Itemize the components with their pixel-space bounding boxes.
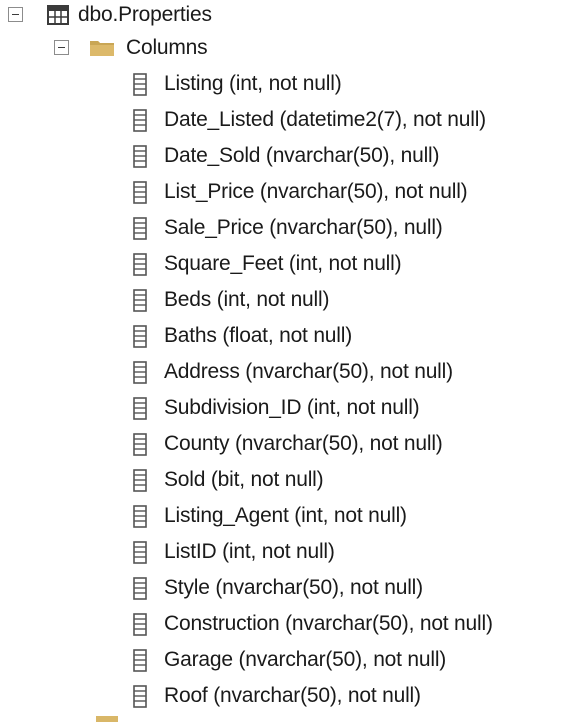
column-node[interactable]: Baths (float, not null)	[0, 318, 570, 354]
column-node[interactable]: Address (nvarchar(50), not null)	[0, 354, 570, 390]
column-node[interactable]: Date_Listed (datetime2(7), not null)	[0, 102, 570, 138]
column-node[interactable]: Sale_Price (nvarchar(50), null)	[0, 210, 570, 246]
column-icon	[133, 73, 147, 96]
column-icon	[133, 145, 147, 168]
column-node-label: Listing_Agent (int, not null)	[164, 504, 407, 527]
column-node-label: Garage (nvarchar(50), not null)	[164, 648, 447, 671]
tree-node-columns-folder[interactable]: Columns	[0, 30, 260, 66]
columns-folder-label: Columns	[126, 36, 208, 59]
column-icon	[133, 469, 147, 492]
column-node-label: Sold (bit, not null)	[164, 468, 324, 491]
next-folder-icon-partial	[96, 716, 118, 722]
collapse-toggle-table[interactable]	[8, 7, 23, 22]
column-icon	[133, 109, 147, 132]
column-node-label: Construction (nvarchar(50), not null)	[164, 612, 493, 635]
column-icon	[133, 325, 147, 348]
column-node-label: ListID (int, not null)	[164, 540, 335, 563]
column-node[interactable]: County (nvarchar(50), not null)	[0, 426, 570, 462]
column-icon	[133, 397, 147, 420]
tree-node-table[interactable]: dbo.Properties	[0, 0, 260, 33]
folder-icon	[90, 41, 114, 56]
column-icon	[133, 505, 147, 528]
column-icon	[133, 577, 147, 600]
column-icon	[133, 541, 147, 564]
column-icon	[133, 433, 147, 456]
column-icon	[133, 253, 147, 276]
column-node[interactable]: Roof (nvarchar(50), not null)	[0, 678, 570, 714]
column-node[interactable]: Square_Feet (int, not null)	[0, 246, 570, 282]
column-node[interactable]: Construction (nvarchar(50), not null)	[0, 606, 570, 642]
column-node[interactable]: Subdivision_ID (int, not null)	[0, 390, 570, 426]
column-node[interactable]: Listing_Agent (int, not null)	[0, 498, 570, 534]
column-node[interactable]: List_Price (nvarchar(50), not null)	[0, 174, 570, 210]
column-node-label: List_Price (nvarchar(50), not null)	[164, 180, 468, 203]
column-icon	[133, 217, 147, 240]
column-icon	[133, 181, 147, 204]
column-icon	[133, 361, 147, 384]
collapse-toggle-columns[interactable]	[54, 40, 69, 55]
column-node-label: Sale_Price (nvarchar(50), null)	[164, 216, 443, 239]
column-node-label: Beds (int, not null)	[164, 288, 330, 311]
column-node[interactable]: ListID (int, not null)	[0, 534, 570, 570]
table-icon	[47, 5, 69, 25]
column-node[interactable]: Garage (nvarchar(50), not null)	[0, 642, 570, 678]
column-node[interactable]: Style (nvarchar(50), not null)	[0, 570, 570, 606]
column-icon	[133, 649, 147, 672]
column-icon	[133, 685, 147, 708]
column-icon	[133, 289, 147, 312]
table-node-label: dbo.Properties	[78, 3, 212, 26]
column-node-label: County (nvarchar(50), not null)	[164, 432, 443, 455]
column-node-label: Roof (nvarchar(50), not null)	[164, 684, 421, 707]
column-node[interactable]: Date_Sold (nvarchar(50), null)	[0, 138, 570, 174]
column-node-label: Date_Sold (nvarchar(50), null)	[164, 144, 440, 167]
column-node-label: Square_Feet (int, not null)	[164, 252, 402, 275]
column-icon	[133, 613, 147, 636]
column-node-label: Subdivision_ID (int, not null)	[164, 396, 420, 419]
column-node-label: Date_Listed (datetime2(7), not null)	[164, 108, 486, 131]
column-node[interactable]: Listing (int, not null)	[0, 66, 570, 102]
column-node[interactable]: Beds (int, not null)	[0, 282, 570, 318]
column-node-label: Style (nvarchar(50), not null)	[164, 576, 423, 599]
object-explorer-tree: dbo.Properties Columns Listing (int, not…	[0, 0, 570, 722]
column-node-label: Listing (int, not null)	[164, 72, 342, 95]
column-node[interactable]: Sold (bit, not null)	[0, 462, 570, 498]
column-node-label: Address (nvarchar(50), not null)	[164, 360, 453, 383]
column-node-label: Baths (float, not null)	[164, 324, 352, 347]
